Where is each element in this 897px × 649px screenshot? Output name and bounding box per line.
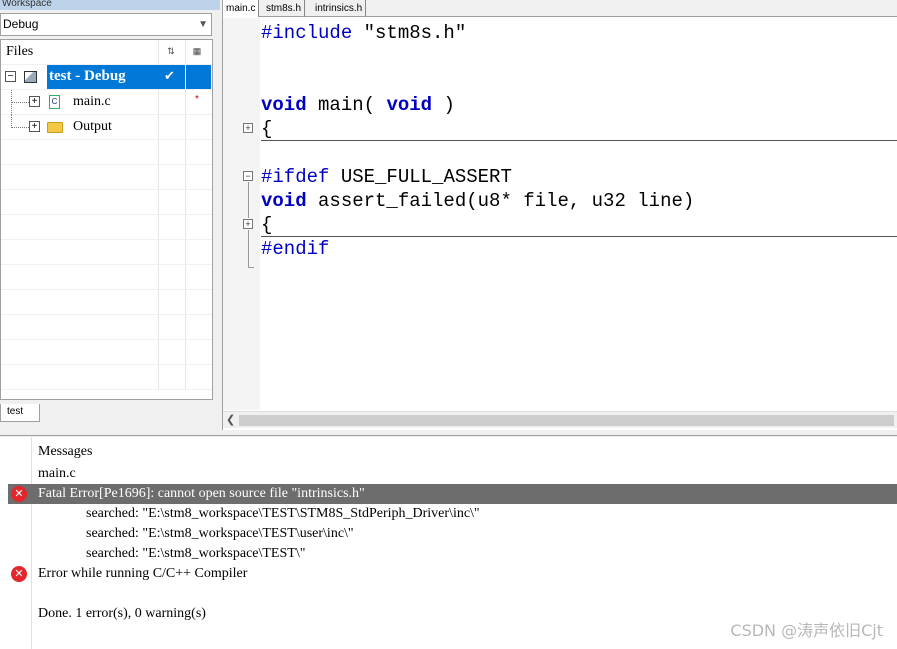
expand-fold-icon[interactable]: + xyxy=(243,219,253,229)
message-searched[interactable]: searched: "E:\stm8_workspace\TEST\" xyxy=(0,544,897,564)
project-label: test - Debug xyxy=(49,68,126,84)
code-line-10: #endif xyxy=(261,238,330,260)
files-tree: Files ⇅ ▦ − test - Debug ✔ + C main.c * … xyxy=(0,39,213,400)
collapse-fold-icon[interactable]: − xyxy=(243,171,253,181)
configuration-value: Debug xyxy=(3,17,39,31)
code-line-5: { xyxy=(261,118,273,140)
horizontal-scrollbar[interactable]: ❮ xyxy=(223,411,897,428)
options-column-icon[interactable]: ▦ xyxy=(190,45,204,57)
scrollbar-thumb[interactable] xyxy=(239,415,894,426)
collapse-icon[interactable]: − xyxy=(5,71,16,82)
tab-intrinsics-h[interactable]: intrinsics.h xyxy=(312,0,367,17)
code-editor: main.c stm8s.h intrinsics.h + − + #inclu… xyxy=(222,0,897,430)
fold-separator xyxy=(261,140,897,141)
code-line-4: void main( void ) xyxy=(261,94,455,116)
tree-empty-row xyxy=(1,340,212,365)
tab-main-c[interactable]: main.c xyxy=(223,0,260,17)
error-icon: ✕ xyxy=(11,566,27,582)
fold-separator xyxy=(261,236,897,237)
modified-marker: * xyxy=(195,94,199,105)
configuration-dropdown[interactable]: Debug ▼ xyxy=(0,13,212,36)
workspace-panel: Workspace Debug ▼ Files ⇅ ▦ − test - Deb… xyxy=(0,0,220,430)
tree-empty-row xyxy=(1,365,212,390)
c-file-icon: C xyxy=(49,95,60,109)
files-header: Files xyxy=(6,44,34,59)
tree-item-output[interactable]: + Output xyxy=(1,115,212,140)
editor-tabbar: main.c stm8s.h intrinsics.h xyxy=(223,0,897,17)
workspace-tab-test[interactable]: test xyxy=(0,404,40,422)
expand-icon[interactable]: + xyxy=(29,121,40,132)
tree-empty-row xyxy=(1,315,212,340)
tree-empty-row xyxy=(1,265,212,290)
tree-item-label: main.c xyxy=(73,94,111,109)
tree-empty-row xyxy=(1,165,212,190)
tree-project-row[interactable]: − test - Debug ✔ xyxy=(1,65,212,90)
build-status-column-icon[interactable]: ⇅ xyxy=(164,45,178,57)
code-line-8: void assert_failed(u8* file, u32 line) xyxy=(261,190,695,212)
tree-empty-row xyxy=(1,140,212,165)
code-line-9: { xyxy=(261,214,273,236)
message-searched[interactable]: searched: "E:\stm8_workspace\TEST\STM8S_… xyxy=(0,504,897,524)
messages-panel: Messages main.c ✕ Fatal Error[Pe1696]: c… xyxy=(0,437,897,649)
message-file[interactable]: main.c xyxy=(0,464,897,484)
message-fatal-error[interactable]: ✕ Fatal Error[Pe1696]: cannot open sourc… xyxy=(8,484,897,504)
chevron-down-icon[interactable]: ▼ xyxy=(198,14,208,35)
project-icon xyxy=(24,71,37,83)
code-line-7: #ifdef USE_FULL_ASSERT xyxy=(261,166,512,188)
code-area[interactable]: #include "stm8s.h" void main( void ) { #… xyxy=(261,18,897,410)
folder-icon xyxy=(47,122,63,133)
files-header-row: Files ⇅ ▦ xyxy=(1,40,212,65)
expand-fold-icon[interactable]: + xyxy=(243,123,253,133)
tree-empty-row xyxy=(1,240,212,265)
tree-item-main-c[interactable]: + C main.c * xyxy=(1,90,212,115)
fold-gutter: + − + xyxy=(223,18,260,410)
scroll-left-icon[interactable]: ❮ xyxy=(226,413,235,426)
workspace-title: Workspace xyxy=(0,0,220,10)
watermark: CSDN @涛声依旧Cjt xyxy=(730,621,883,640)
checkmark-icon: ✔ xyxy=(164,68,175,83)
panel-splitter[interactable] xyxy=(0,430,897,436)
code-line-1: #include "stm8s.h" xyxy=(261,22,467,44)
messages-header: Messages xyxy=(38,444,93,459)
tree-item-label: Output xyxy=(73,119,112,134)
message-error-running[interactable]: ✕ Error while running C/C++ Compiler xyxy=(0,564,897,584)
message-searched[interactable]: searched: "E:\stm8_workspace\TEST\user\i… xyxy=(0,524,897,544)
tree-empty-row xyxy=(1,190,212,215)
tab-stm8s-h[interactable]: stm8s.h xyxy=(263,0,306,17)
error-icon: ✕ xyxy=(11,486,27,502)
tree-empty-row xyxy=(1,215,212,240)
tree-empty-row xyxy=(1,290,212,315)
expand-icon[interactable]: + xyxy=(29,96,40,107)
